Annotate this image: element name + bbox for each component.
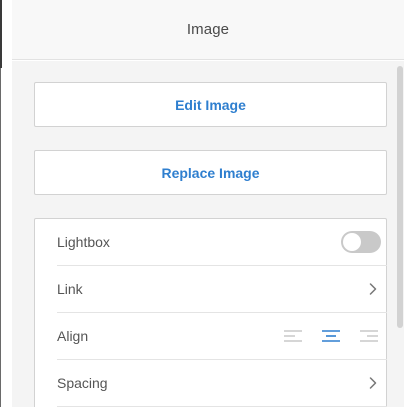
window-edge-top — [0, 0, 2, 68]
spacing-row[interactable]: Spacing — [57, 360, 387, 407]
image-settings-card: Lightbox Link Align Spacing — [34, 218, 387, 407]
scrollbar-thumb[interactable] — [397, 66, 403, 328]
panel-header: Image — [12, 0, 404, 60]
link-label: Link — [57, 281, 83, 297]
lightbox-label: Lightbox — [57, 234, 110, 250]
link-row[interactable]: Link — [57, 266, 387, 313]
chevron-right-icon — [369, 283, 377, 295]
chevron-right-icon — [369, 377, 377, 389]
toggle-knob — [343, 233, 361, 251]
align-left-icon[interactable] — [283, 328, 303, 344]
align-row: Align — [57, 313, 387, 360]
panel-title: Image — [186, 21, 230, 38]
align-center-icon[interactable] — [321, 328, 341, 344]
replace-image-button[interactable]: Replace Image — [34, 150, 387, 195]
align-options — [283, 328, 379, 344]
lightbox-row: Lightbox — [57, 219, 387, 266]
edit-image-button[interactable]: Edit Image — [34, 82, 387, 127]
lightbox-toggle[interactable] — [341, 231, 381, 253]
align-label: Align — [57, 328, 89, 344]
spacing-label: Spacing — [57, 375, 108, 391]
align-right-icon[interactable] — [359, 328, 379, 344]
